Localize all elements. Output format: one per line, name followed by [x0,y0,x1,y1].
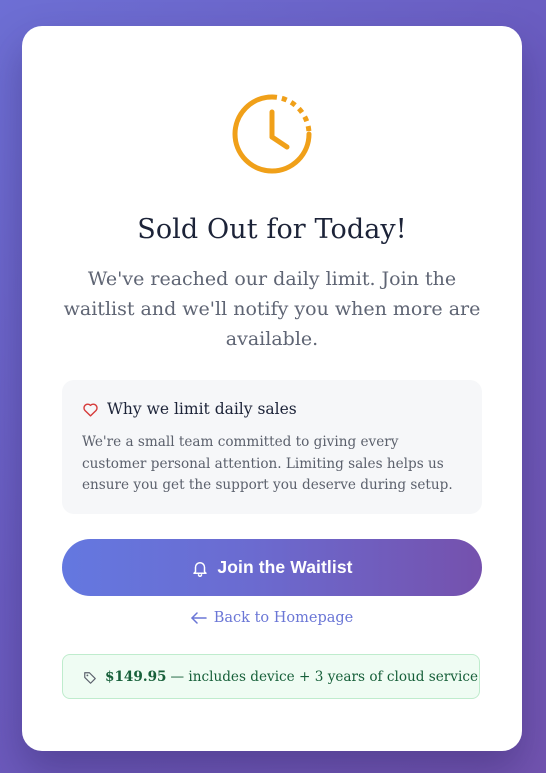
tag-icon [83,670,97,684]
bell-icon [191,559,209,577]
price-amount: $149.95 [105,668,167,685]
arrow-left-icon [191,612,207,624]
sold-out-card: Sold Out for Today! We've reached our da… [22,26,522,751]
info-title: Why we limit daily sales [107,400,297,418]
info-text: We're a small team committed to giving e… [82,434,453,493]
back-to-homepage-link[interactable]: Back to Homepage [22,610,522,626]
info-box: Why we limit daily sales We're a small t… [62,380,482,514]
clock-icon [230,92,314,176]
price-box: $149.95 — includes device + 3 years of c… [62,654,480,699]
info-heading: Why we limit daily sales [82,400,297,418]
join-waitlist-label: Join the Waitlist [217,557,353,577]
price-description: — includes device + 3 years of cloud ser… [170,668,478,685]
page-title: Sold Out for Today! [137,214,407,245]
join-waitlist-button[interactable]: Join the Waitlist [62,539,482,596]
page-subtitle: We've reached our daily limit. Join the … [63,268,481,350]
back-to-homepage-label: Back to Homepage [213,610,354,626]
heart-icon [82,401,99,418]
